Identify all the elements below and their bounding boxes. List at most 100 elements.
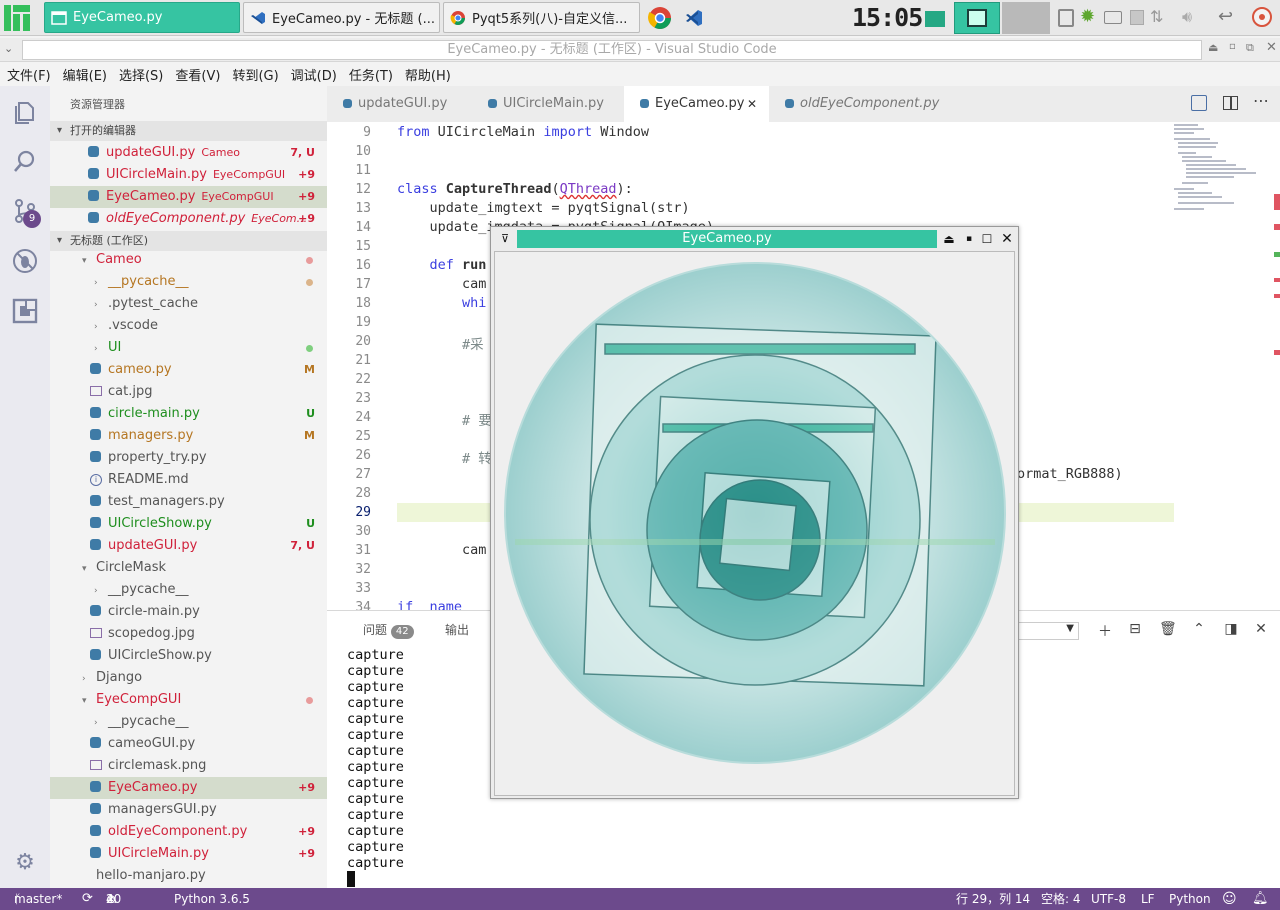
vscode-launcher-icon[interactable]	[684, 8, 704, 28]
tree-folder[interactable]: › .vscode	[50, 315, 327, 337]
trash-icon[interactable]: 🗑︎	[1159, 621, 1177, 637]
open-preview-icon[interactable]	[1191, 95, 1207, 111]
eyecameo-window[interactable]: ⊽ EyeCameo.py ⏏ ▪ ☐ ✕	[490, 226, 1019, 799]
workspace-3[interactable]	[1002, 2, 1050, 34]
tree-file[interactable]: managers.py M	[50, 425, 327, 447]
tab-updategui[interactable]: updateGUI.py	[327, 86, 472, 122]
notification-bell-icon[interactable]: 🔔︎	[1252, 888, 1269, 910]
extensions-icon[interactable]	[12, 298, 38, 324]
tree-file[interactable]: oldEyeComponent.py +9	[50, 821, 327, 843]
open-editor-item[interactable]: UICircleMain.py EyeCompGUI +9	[50, 164, 327, 186]
minimize-button[interactable]: ▫	[1229, 41, 1236, 52]
tree-folder-eyecompgui[interactable]: ▾ EyeCompGUI	[50, 689, 327, 711]
task-chrome[interactable]: Pyqt5系列(八)-自定义信...	[443, 2, 640, 33]
menu-file[interactable]: 文件(F)	[7, 65, 51, 84]
tree-file[interactable]: UICircleShow.py	[50, 645, 327, 667]
manjaro-menu-icon[interactable]	[4, 5, 30, 31]
maximize-button[interactable]: ⧉	[1246, 41, 1254, 55]
python-interpreter[interactable]: Python 3.6.5	[174, 888, 250, 910]
tree-file[interactable]: cameo.py M	[50, 359, 327, 381]
shade-button[interactable]: ⏏	[941, 231, 957, 247]
tab-output[interactable]: 输出	[445, 621, 469, 638]
volume-icon[interactable]: 🔊︎	[1182, 7, 1202, 27]
tree-file[interactable]: UICircleMain.py +9	[50, 843, 327, 865]
terminal-select[interactable]: ▼	[1015, 622, 1079, 640]
network-icon[interactable]: ⇅	[1150, 7, 1170, 27]
more-actions-icon[interactable]: ⋯	[1253, 91, 1269, 110]
debug-icon[interactable]	[12, 248, 38, 274]
search-icon[interactable]	[12, 148, 38, 174]
feedback-smiley-icon[interactable]: ☺	[1222, 888, 1237, 910]
tree-file[interactable]: managersGUI.py	[50, 799, 327, 821]
tree-file[interactable]: i README.md	[50, 469, 327, 491]
tree-file[interactable]: circle-main.py U	[50, 403, 327, 425]
task-vscode[interactable]: EyeCameo.py - 无标题 (...	[243, 2, 440, 33]
tree-file[interactable]: cat.jpg	[50, 381, 327, 403]
maximize-button[interactable]: ☐	[979, 231, 995, 247]
cursor-position[interactable]: 行 29，列 14	[956, 888, 1030, 910]
tree-folder[interactable]: › UI	[50, 337, 327, 359]
tab-oldeyecomponent[interactable]: oldEyeComponent.py	[769, 86, 949, 122]
tree-file[interactable]: hello-manjaro.py	[50, 865, 327, 887]
tree-file[interactable]: cameoGUI.py	[50, 733, 327, 755]
clipboard-icon[interactable]	[1058, 9, 1074, 27]
indentation[interactable]: 空格: 4	[1041, 888, 1081, 910]
sync-icon[interactable]: ⟳	[82, 888, 93, 910]
tree-file[interactable]: circlemask.png	[50, 755, 327, 777]
tab-uicirclemain[interactable]: UICircleMain.py	[472, 86, 622, 122]
explorer-icon[interactable]	[12, 98, 38, 124]
window-menu-icon[interactable]: ⌄	[4, 42, 13, 55]
settings-gear-icon[interactable]: ⚙	[12, 850, 38, 876]
eyecameo-window-title[interactable]: EyeCameo.py	[517, 230, 937, 248]
window-titlebar[interactable]: ⌄ EyeCameo.py - 无标题 (工作区) - Visual Studi…	[0, 38, 1280, 62]
open-editor-item-active[interactable]: EyeCameo.py EyeCompGUI +9	[50, 186, 327, 208]
task-eyecameo-window[interactable]: EyeCameo.py	[44, 2, 240, 33]
terminal-output[interactable]: capture capture capture capture capture captu…	[347, 647, 404, 871]
window-menu-icon[interactable]: ⊽	[497, 231, 513, 247]
tree-folder[interactable]: › __pycache__	[50, 271, 327, 293]
tree-file-selected[interactable]: EyeCameo.py +9	[50, 777, 327, 799]
menu-tasks[interactable]: 任务(T)	[349, 65, 393, 84]
menu-help[interactable]: 帮助(H)	[405, 65, 451, 84]
chevron-up-icon[interactable]: ⌃	[1191, 621, 1207, 637]
split-editor-icon[interactable]	[1223, 96, 1238, 110]
tree-file[interactable]: updateGUI.py 7, U	[50, 535, 327, 557]
tree-folder[interactable]: › __pycache__	[50, 579, 327, 601]
tree-file[interactable]: circle-main.py	[50, 601, 327, 623]
close-button[interactable]: ✕	[1266, 40, 1277, 55]
menu-view[interactable]: 查看(V)	[175, 65, 220, 84]
tab-eyecameo[interactable]: EyeCameo.py ✕	[624, 86, 769, 122]
tab-problems[interactable]: 问题 42	[363, 621, 414, 639]
power-icon[interactable]	[1252, 7, 1272, 27]
menu-edit[interactable]: 编辑(E)	[63, 65, 107, 84]
chrome-launcher-icon[interactable]	[648, 6, 672, 30]
menu-selection[interactable]: 选择(S)	[119, 65, 163, 84]
encoding[interactable]: UTF-8	[1091, 888, 1126, 910]
shade-button[interactable]: ⏏	[1208, 41, 1218, 54]
workspace-1[interactable]	[918, 2, 952, 34]
menu-debug[interactable]: 调试(D)	[291, 65, 337, 84]
tree-folder-circlemask[interactable]: ▾ CircleMask	[50, 557, 327, 579]
workspace-header[interactable]: 无标题 (工作区)	[50, 231, 327, 251]
open-editor-item[interactable]: oldEyeComponent.py EyeCom... +9	[50, 208, 327, 230]
tree-folder-cameo[interactable]: ▾ Cameo	[50, 249, 327, 271]
updates-check-icon[interactable]	[1130, 10, 1144, 25]
open-editors-header[interactable]: 打开的编辑器	[50, 121, 327, 141]
minimap[interactable]	[1170, 122, 1280, 610]
open-editor-item[interactable]: updateGUI.py Cameo 7, U	[50, 142, 327, 164]
line-ending[interactable]: LF	[1141, 888, 1155, 910]
tab-close-icon[interactable]: ✕	[747, 86, 757, 122]
tree-folder-django[interactable]: › Django	[50, 667, 327, 689]
workspace-2[interactable]	[954, 2, 1000, 34]
tree-file[interactable]: scopedog.jpg	[50, 623, 327, 645]
tree-folder[interactable]: › .pytest_cache	[50, 293, 327, 315]
new-terminal-icon[interactable]: ＋	[1097, 621, 1113, 641]
toggle-panel-icon[interactable]: ◨	[1223, 621, 1239, 637]
close-button[interactable]: ✕	[999, 231, 1015, 247]
language-mode[interactable]: Python	[1169, 888, 1211, 910]
minimize-button[interactable]: ▪	[961, 231, 977, 247]
keyboard-icon[interactable]	[1104, 11, 1122, 24]
tree-file[interactable]: test_managers.py	[50, 491, 327, 513]
update-gear-icon[interactable]: ✹	[1080, 8, 1098, 26]
tree-file[interactable]: property_try.py	[50, 447, 327, 469]
